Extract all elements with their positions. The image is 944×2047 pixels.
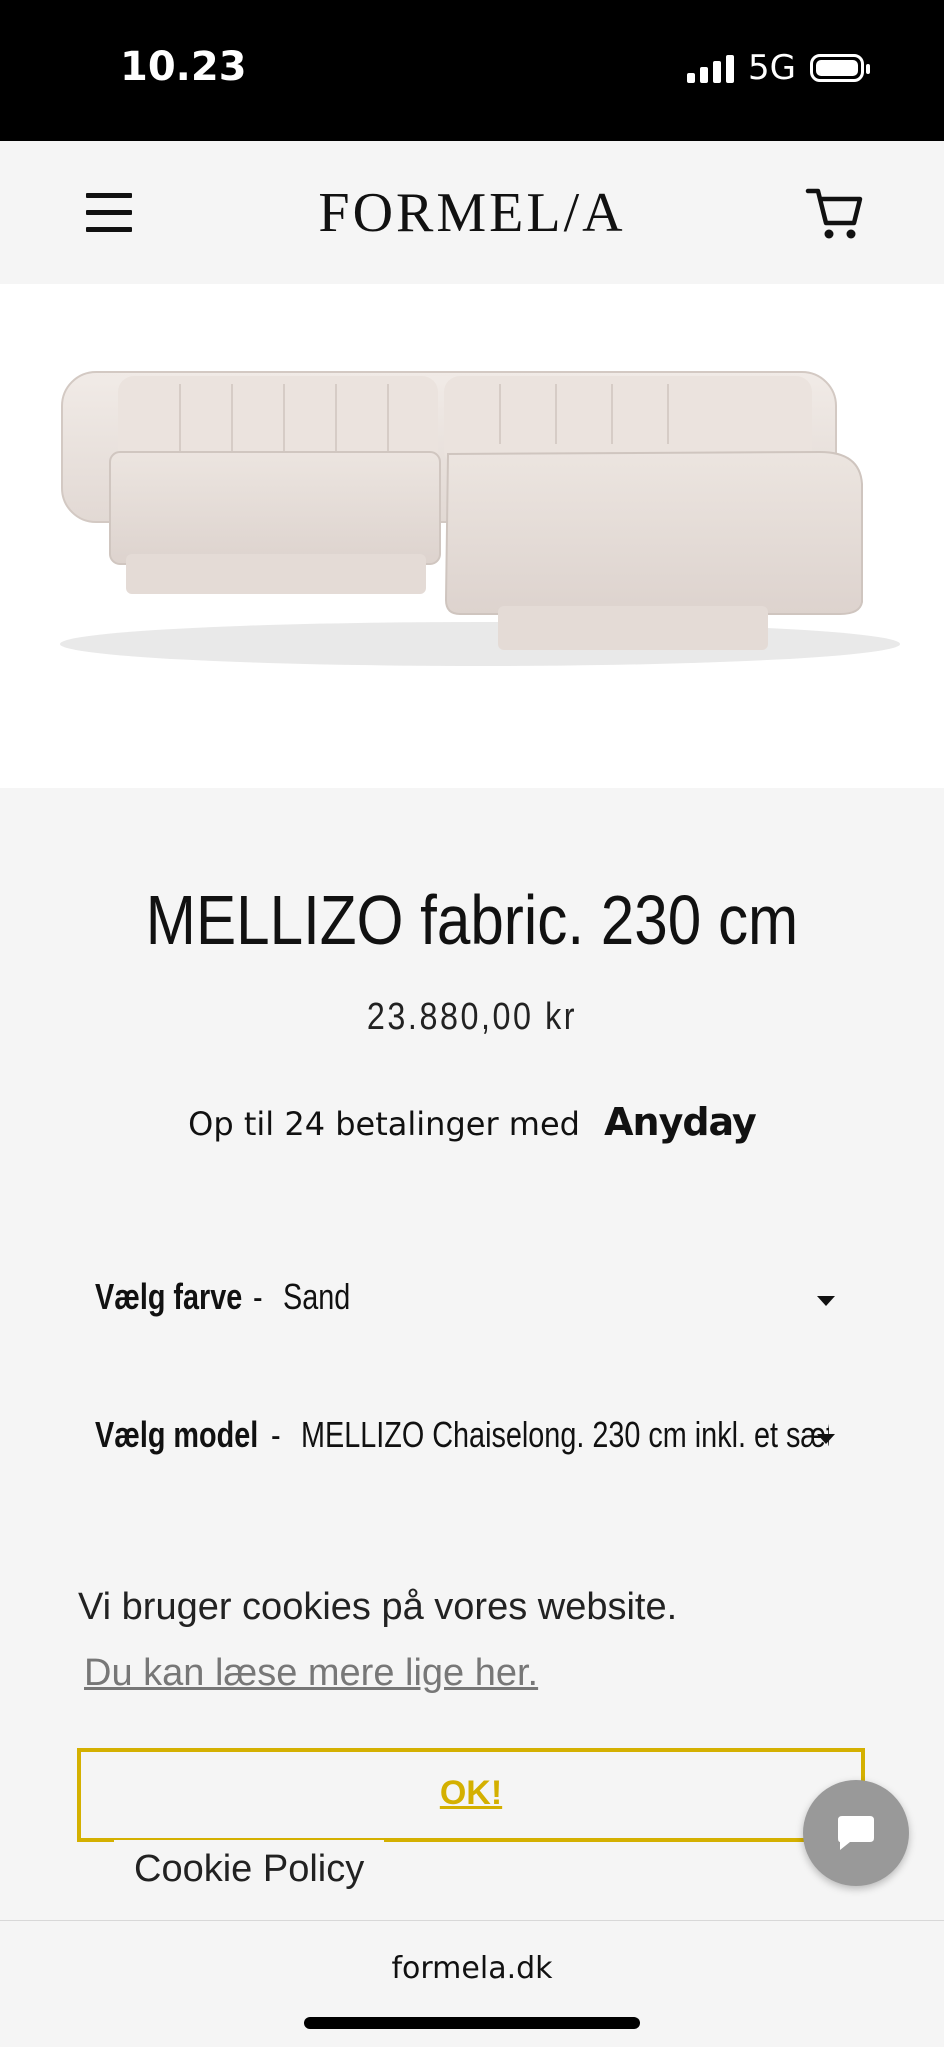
- installments-info[interactable]: Op til 24 betalinger med Anyday: [0, 1100, 944, 1144]
- cookie-policy-tab[interactable]: Cookie Policy: [114, 1840, 385, 1891]
- installments-text: Op til 24 betalinger med: [188, 1105, 580, 1143]
- sofa-illustration: [60, 371, 900, 666]
- cookie-read-more-link[interactable]: Du kan læse mere lige her.: [84, 1652, 538, 1695]
- product-image[interactable]: [0, 284, 944, 788]
- site-header: FORMEL/A: [0, 141, 944, 284]
- color-label: Vælg farve: [95, 1276, 243, 1317]
- url-text: formela.dk: [391, 1951, 553, 1986]
- chat-button[interactable]: [803, 1780, 909, 1886]
- color-select[interactable]: Vælg farve - Sand: [95, 1276, 845, 1336]
- site-logo[interactable]: FORMEL/A: [0, 181, 944, 245]
- cookie-ok-button[interactable]: OK!: [77, 1748, 865, 1842]
- battery-icon: [810, 54, 870, 82]
- status-time: 10.23: [120, 44, 247, 90]
- anyday-logo: Anyday: [604, 1100, 757, 1144]
- home-indicator[interactable]: [304, 2017, 640, 2029]
- network-type: 5G: [748, 48, 796, 88]
- product-price: 23.880,00 kr: [366, 996, 578, 1038]
- chevron-down-icon: [817, 1434, 835, 1444]
- color-value: Sand: [283, 1276, 351, 1317]
- model-value: MELLIZO Chaiselong. 230 cm inkl. et sæt …: [301, 1414, 829, 1455]
- signal-icon: [687, 53, 735, 83]
- browser-url-bar[interactable]: formela.dk: [0, 1920, 944, 2047]
- cookie-message: Vi bruger cookies på vores website.: [78, 1586, 678, 1628]
- status-icons: 5G: [687, 48, 870, 88]
- product-title: MELLIZO fabric. 230 cm: [145, 881, 799, 959]
- status-bar: 10.23 5G: [0, 0, 944, 141]
- color-separator: -: [253, 1276, 263, 1317]
- model-label: Vælg model: [95, 1414, 259, 1455]
- cart-icon[interactable]: [804, 183, 864, 243]
- cookie-ok-label: OK!: [439, 1774, 503, 1812]
- chevron-down-icon: [817, 1296, 835, 1306]
- model-select[interactable]: Vælg model - MELLIZO Chaiselong. 230 cm …: [95, 1414, 845, 1474]
- chat-bubble-icon: [838, 1816, 874, 1850]
- model-separator: -: [271, 1414, 281, 1455]
